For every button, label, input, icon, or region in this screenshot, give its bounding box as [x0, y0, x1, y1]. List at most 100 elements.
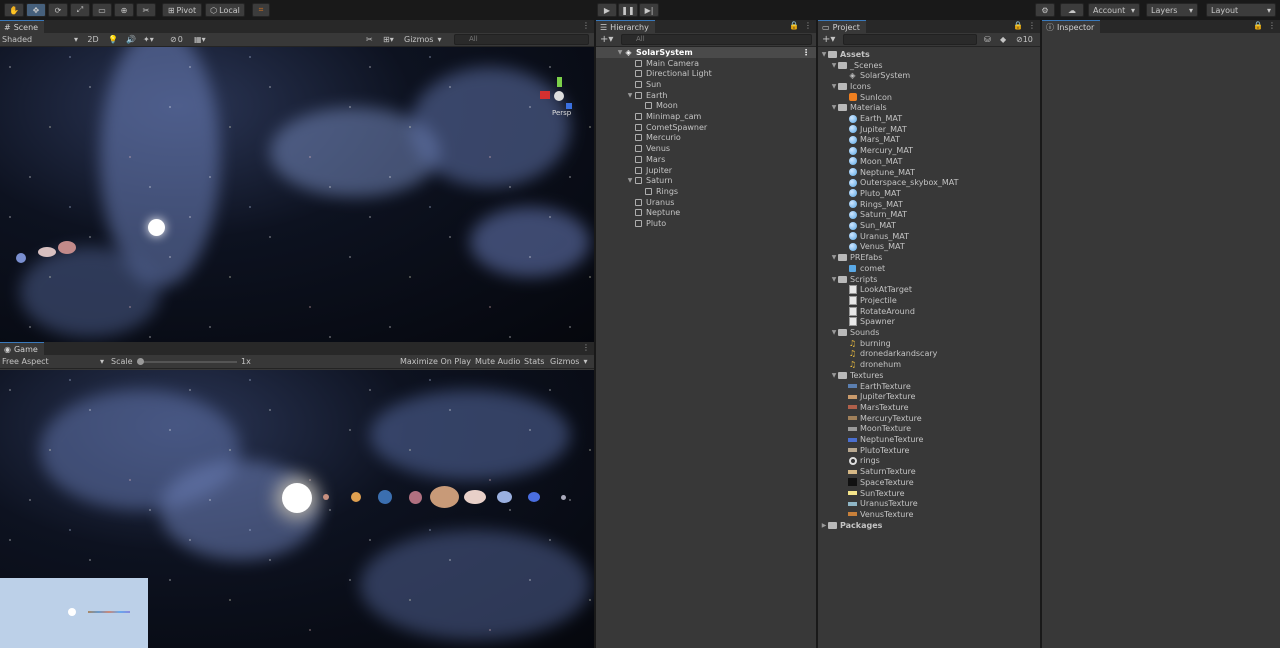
tools-icon[interactable]: ✂ — [366, 35, 373, 44]
shading-dropdown[interactable]: Shaded ▾ — [2, 35, 78, 44]
project-item[interactable]: ▼ Icons — [818, 81, 1040, 92]
project-item[interactable]: SunIcon — [818, 92, 1040, 103]
expand-arrow-icon[interactable]: ▼ — [830, 276, 838, 283]
project-item[interactable]: Moon_MAT — [818, 156, 1040, 167]
expand-arrow-icon[interactable]: ▼ — [830, 104, 838, 111]
tab-project[interactable]: ▭ Project — [818, 20, 866, 33]
expand-arrow-icon[interactable]: ▼ — [830, 83, 838, 90]
pivot-toggle[interactable]: ⊞ Pivot — [162, 3, 202, 17]
project-item[interactable]: JupiterTexture — [818, 391, 1040, 402]
rotate-tool-button[interactable]: ⟳ — [48, 3, 68, 17]
custom-tool-button[interactable]: ✂ — [136, 3, 156, 17]
scale-slider[interactable] — [137, 358, 237, 365]
tab-inspector[interactable]: ⓘ Inspector — [1042, 20, 1101, 33]
hidden-packages-toggle[interactable]: ⊘ 10 — [1016, 35, 1033, 44]
expand-arrow-icon[interactable]: ▼ — [626, 92, 634, 99]
project-item[interactable]: Mars_MAT — [818, 135, 1040, 146]
project-item[interactable]: Saturn_MAT — [818, 210, 1040, 221]
project-item[interactable]: Rings_MAT — [818, 199, 1040, 210]
expand-arrow-icon[interactable]: ▼ — [626, 177, 634, 184]
project-item[interactable]: ▼ _Scenes — [818, 60, 1040, 71]
hierarchy-item[interactable]: Sun — [596, 79, 816, 90]
sun-object[interactable] — [148, 219, 165, 236]
project-item[interactable]: NeptuneTexture — [818, 434, 1040, 445]
add-object-button[interactable]: +▾ — [600, 34, 613, 45]
snap-button[interactable]: ⌗ — [252, 3, 270, 17]
project-item[interactable]: ◈ SolarSystem — [818, 70, 1040, 81]
expand-arrow-icon[interactable]: ▼ — [830, 254, 838, 261]
lock-icon[interactable]: 🔒 — [1013, 21, 1023, 30]
slider-handle[interactable] — [137, 358, 144, 365]
project-item[interactable]: Spawner — [818, 317, 1040, 328]
project-item[interactable]: ▼ PREfabs — [818, 252, 1040, 263]
hierarchy-item[interactable]: ▼ Earth — [596, 90, 816, 101]
filter-label-icon[interactable]: ◆ — [1000, 35, 1006, 44]
more-options-icon[interactable]: ⋮ — [804, 21, 812, 30]
more-options-icon[interactable]: ⋮ — [1028, 21, 1036, 30]
game-viewport[interactable] — [0, 370, 594, 648]
2d-toggle[interactable]: 2D — [86, 35, 100, 44]
project-item[interactable]: MarsTexture — [818, 402, 1040, 413]
jupiter-object[interactable] — [38, 247, 56, 257]
project-item[interactable]: Sun_MAT — [818, 220, 1040, 231]
scale-tool-button[interactable]: ⤢ — [70, 3, 90, 17]
game-gizmos-dropdown[interactable]: Gizmos ▾ — [550, 357, 588, 366]
project-item[interactable]: LookAtTarget — [818, 284, 1040, 295]
filter-type-icon[interactable]: ⛁ — [984, 35, 991, 44]
hidden-objects-toggle[interactable]: ⊘ 0 — [170, 35, 183, 44]
project-item[interactable]: PlutoTexture — [818, 445, 1040, 456]
project-item[interactable]: Outerspace_skybox_MAT — [818, 177, 1040, 188]
expand-arrow-icon[interactable]: ▼ — [616, 49, 624, 56]
layers-dropdown[interactable]: Layers ▾ — [1146, 3, 1198, 17]
hierarchy-item[interactable]: Directional Light — [596, 68, 816, 79]
create-asset-button[interactable]: +▾ — [822, 34, 835, 45]
transform-tool-button[interactable]: ⊕ — [114, 3, 134, 17]
project-item[interactable]: ♫ dronehum — [818, 359, 1040, 370]
hierarchy-item[interactable]: Jupiter — [596, 165, 816, 176]
tab-game[interactable]: ◉ Game — [0, 342, 44, 355]
hierarchy-root-item[interactable]: ▼ ◈ SolarSystem ⋮ — [596, 47, 816, 58]
project-item[interactable]: ▼ Textures — [818, 370, 1040, 381]
expand-arrow-icon[interactable]: ▼ — [820, 51, 828, 58]
expand-arrow-icon[interactable]: ▼ — [830, 62, 838, 69]
project-item[interactable]: MoonTexture — [818, 424, 1040, 435]
project-item[interactable]: EarthTexture — [818, 381, 1040, 392]
effects-icon[interactable]: ✦▾ — [143, 35, 154, 44]
project-item[interactable]: Mercury_MAT — [818, 145, 1040, 156]
project-search-input[interactable] — [843, 34, 977, 45]
lock-icon[interactable]: 🔒 — [1253, 21, 1263, 30]
hierarchy-item[interactable]: Moon — [596, 101, 816, 112]
hierarchy-item[interactable]: CometSpawner — [596, 122, 816, 133]
pause-button[interactable]: ❚❚ — [618, 3, 638, 17]
grid-toggle[interactable]: ▦▾ — [194, 35, 206, 44]
lock-icon[interactable]: 🔒 — [789, 21, 799, 30]
hierarchy-item[interactable]: Main Camera — [596, 58, 816, 69]
scene-viewport[interactable]: Persp — [0, 47, 594, 342]
project-item[interactable]: Pluto_MAT — [818, 188, 1040, 199]
project-item[interactable]: Earth_MAT — [818, 113, 1040, 124]
saturn-object[interactable] — [58, 241, 76, 254]
project-item[interactable]: Venus_MAT — [818, 242, 1040, 253]
rect-tool-button[interactable]: ▭ — [92, 3, 112, 17]
expand-arrow-icon[interactable]: ▼ — [830, 372, 838, 379]
account-dropdown[interactable]: Account ▾ — [1088, 3, 1140, 17]
project-item[interactable]: MercuryTexture — [818, 413, 1040, 424]
services-button[interactable]: ⚙ — [1035, 3, 1055, 17]
project-item[interactable]: SunTexture — [818, 488, 1040, 499]
hierarchy-item[interactable]: ▼ Saturn — [596, 175, 816, 186]
mute-audio-toggle[interactable]: Mute Audio — [475, 357, 520, 366]
cloud-button[interactable]: ☁ — [1060, 3, 1084, 17]
lighting-icon[interactable]: 💡 — [108, 35, 118, 44]
hierarchy-item[interactable]: Rings — [596, 186, 816, 197]
hierarchy-search-input[interactable]: All — [621, 34, 812, 45]
project-item[interactable]: ▼ Scripts — [818, 274, 1040, 285]
hierarchy-item[interactable]: Pluto — [596, 218, 816, 229]
gizmos-dropdown[interactable]: Gizmos ▾ — [404, 35, 442, 44]
hierarchy-item[interactable]: Mercurio — [596, 133, 816, 144]
project-item[interactable]: VenusTexture — [818, 509, 1040, 520]
hierarchy-item[interactable]: Neptune — [596, 208, 816, 219]
more-options-icon[interactable]: ⋮ — [582, 21, 590, 30]
tab-scene[interactable]: # Scene — [0, 20, 45, 33]
project-item[interactable]: Uranus_MAT — [818, 231, 1040, 242]
hierarchy-item[interactable]: Minimap_cam — [596, 111, 816, 122]
